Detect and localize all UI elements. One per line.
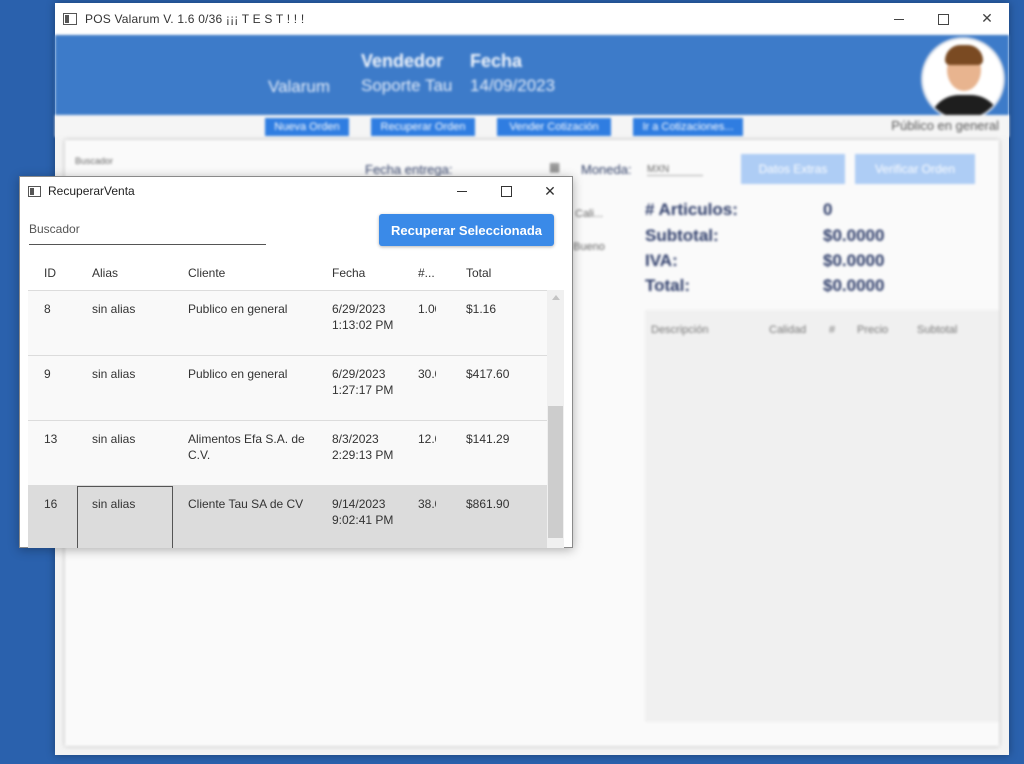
close-icon[interactable]: ✕ (965, 3, 1009, 35)
fecha-value: 14/09/2023 (470, 76, 556, 95)
recuperar-orden-button[interactable]: Recuperar Orden (371, 118, 475, 136)
articulos-value: 0 (823, 200, 833, 219)
maximize-icon[interactable] (484, 177, 528, 205)
cell-fecha: 8/3/2023 2:29:13 PM (332, 432, 394, 462)
column-header-id[interactable]: ID (44, 266, 56, 280)
scroll-thumb[interactable] (548, 406, 563, 538)
vendedor-value: Soporte Tau (361, 76, 453, 95)
minimize-icon[interactable] (877, 3, 921, 35)
table-row[interactable]: 8 sin alias Publico en general 6/29/2023… (28, 290, 547, 355)
articulos-label: # Articulos: (645, 200, 738, 219)
company-name: Valarum (268, 77, 331, 96)
cell-cliente: Publico en general (188, 302, 288, 316)
column-header[interactable]: Subtotal (917, 324, 957, 336)
iva-label: IVA: (645, 251, 678, 270)
column-header-alias[interactable]: Alias (92, 266, 118, 280)
column-header[interactable]: Calidad (769, 324, 806, 336)
nueva-orden-button[interactable]: Nueva Orden (265, 118, 349, 136)
cell-alias: sin alias (92, 367, 136, 381)
cell-count: 38.0 (418, 497, 436, 511)
ventas-grid[interactable]: ID Alias Cliente Fecha #... Total 8 sin … (28, 256, 564, 548)
table-row[interactable]: 9 sin alias Publico en general 6/29/2023… (28, 355, 547, 420)
cell-id: 9 (44, 367, 51, 381)
column-header-fecha[interactable]: Fecha (332, 266, 365, 280)
cell-count: 30.0 (418, 367, 436, 381)
side-item[interactable]: Cali... (575, 208, 603, 220)
main-titlebar: POS Valarum V. 1.6 0/36 ¡¡¡ T E S T ! ! … (55, 3, 1009, 35)
grid-scrollbar[interactable] (547, 290, 564, 548)
main-window-title: POS Valarum V. 1.6 0/36 ¡¡¡ T E S T ! ! … (85, 12, 305, 26)
side-item[interactable]: Bueno (573, 241, 605, 253)
column-header-count[interactable]: #... (418, 266, 435, 280)
scroll-up-icon[interactable] (547, 290, 564, 304)
fecha-label: Fecha (470, 51, 523, 71)
header-bar: Vendedor Fecha Valarum Soporte Tau 14/09… (55, 35, 1009, 121)
action-toolbar: Nueva Orden Recuperar Orden Vender Cotiz… (55, 115, 1009, 137)
cell-alias: sin alias (92, 432, 136, 446)
recuperar-seleccionada-button[interactable]: Recuperar Seleccionada (379, 214, 554, 246)
subtotal-label: Subtotal: (645, 226, 719, 245)
cell-cliente: Alimentos Efa S.A. de C.V. (188, 432, 305, 462)
total-label: Total: (645, 276, 691, 295)
grid-header: ID Alias Cliente Fecha #... Total (28, 256, 564, 290)
cell-fecha: 9/14/2023 9:02:41 PM (332, 497, 394, 527)
cell-id: 16 (44, 497, 58, 511)
subtotal-value: $0.0000 (823, 226, 885, 245)
iva-value: $0.0000 (823, 251, 885, 270)
close-icon[interactable]: ✕ (528, 177, 572, 205)
total-value: $0.0000 (823, 276, 885, 295)
cell-id: 8 (44, 302, 51, 316)
recuperar-venta-dialog: RecuperarVenta ✕ Recuperar Seleccionada … (19, 176, 573, 548)
column-header[interactable]: # (829, 324, 835, 336)
cell-cliente: Publico en general (188, 367, 288, 381)
ir-cotizaciones-button[interactable]: Ir a Cotizaciones... (633, 118, 743, 136)
main-blurred-area: Vendedor Fecha Valarum Soporte Tau 14/09… (55, 35, 1009, 137)
cell-id: 13 (44, 432, 58, 446)
cell-total: $417.60 (466, 367, 510, 381)
column-header[interactable]: Descripción (651, 324, 708, 336)
cell-total: $1.16 (466, 302, 497, 316)
table-row[interactable]: 13 sin alias Alimentos Efa S.A. de C.V. … (28, 420, 547, 485)
cell-count: 1.00 (418, 302, 436, 316)
buscador-label: Buscador (75, 156, 114, 166)
cell-cliente: Cliente Tau SA de CV (188, 497, 304, 511)
dialog-title: RecuperarVenta (48, 184, 135, 198)
fecha-entrega-label: Fecha entrega: (365, 162, 453, 177)
search-input[interactable] (29, 217, 266, 241)
cell-fecha: 6/29/2023 1:13:02 PM (332, 302, 394, 332)
cell-fecha: 6/29/2023 1:27:17 PM (332, 367, 394, 397)
search-field[interactable] (29, 217, 266, 245)
minimize-icon[interactable] (440, 177, 484, 205)
datos-extras-button[interactable]: Datos Extras (741, 154, 845, 184)
table-row-selected[interactable]: 16 sin alias Cliente Tau SA de CV 9/14/2… (28, 485, 547, 548)
cell-alias: sin alias (92, 302, 136, 316)
verificar-orden-button[interactable]: Verificar Orden (855, 154, 975, 184)
cell-alias: sin alias (92, 497, 136, 511)
column-header-total[interactable]: Total (466, 266, 491, 280)
order-items-grid[interactable]: Descripción Calidad # Precio Subtotal (645, 310, 999, 722)
cell-total: $861.90 (466, 497, 510, 511)
cliente-label[interactable]: Público en general (891, 118, 999, 133)
dialog-titlebar: RecuperarVenta ✕ (20, 177, 572, 205)
dialog-app-icon (28, 185, 41, 197)
column-header-cliente[interactable]: Cliente (188, 266, 225, 280)
app-icon (63, 13, 77, 25)
user-avatar[interactable] (921, 37, 1005, 121)
moneda-select[interactable]: MXN (647, 164, 703, 176)
maximize-icon[interactable] (921, 3, 965, 35)
cell-total: $141.29 (466, 432, 510, 446)
column-header[interactable]: Precio (857, 324, 888, 336)
moneda-label: Moneda: (581, 162, 632, 177)
vendedor-label: Vendedor (361, 51, 444, 71)
cell-count: 12.0 (418, 432, 436, 446)
calendar-icon[interactable]: ▦ (549, 160, 560, 174)
vender-cotizacion-button[interactable]: Vender Cotización (497, 118, 611, 136)
